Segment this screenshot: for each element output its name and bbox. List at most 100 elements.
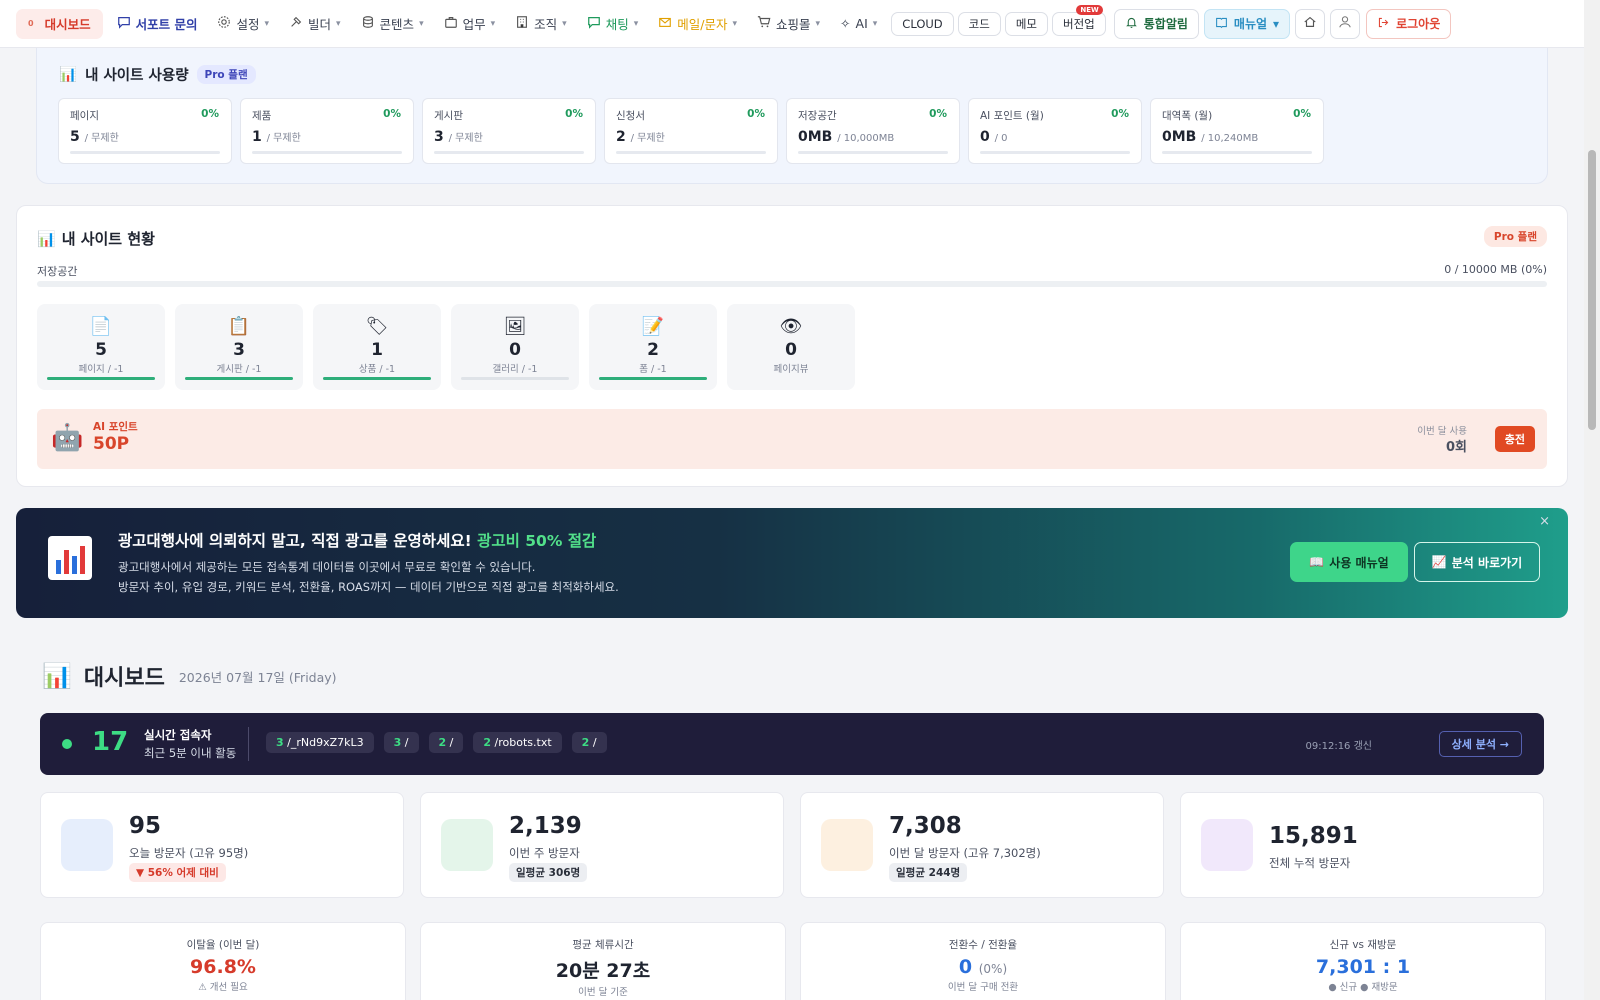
- stat-pageviews[interactable]: 👁 0 페이지뷰: [727, 304, 855, 390]
- picture-icon: 🖼: [503, 316, 527, 337]
- analysis-button[interactable]: 📈 분석 바로가기: [1414, 542, 1540, 582]
- book-icon: 📖: [1309, 555, 1325, 569]
- charge-button[interactable]: 충전: [1494, 426, 1535, 452]
- profile-button[interactable]: [1330, 8, 1361, 39]
- metric-value-wrap: 0 (0%): [801, 956, 1165, 978]
- banner-highlight: 광고비 50% 절감: [477, 532, 597, 550]
- nav-alerts-label: 통합알림: [1143, 17, 1188, 31]
- hammer-icon: [289, 15, 303, 32]
- metric-value-wrap: 20분 27초: [421, 956, 785, 983]
- active-path-chip[interactable]: 2 /robots.txt: [473, 732, 562, 753]
- site-status-card: 📊 내 사이트 현황 Pro 플랜 저장공간 0 / 10000 MB (0%)…: [16, 205, 1568, 487]
- banner-title-text: 광고대행사에 의뢰하지 말고, 직접 광고를 운영하세요!: [118, 532, 472, 550]
- nav-mail[interactable]: 메일/문자 ▾: [648, 9, 747, 39]
- usage-item: 페이지 0% 5 / 무제한: [58, 98, 232, 164]
- stat-value: 1: [371, 340, 383, 360]
- realtime-label: 실시간 접속자: [144, 728, 212, 742]
- bell-icon: [1125, 16, 1138, 32]
- nav-shop[interactable]: 쇼핑몰 ▾: [747, 9, 830, 39]
- stat-value: 2: [647, 340, 659, 360]
- divider: [248, 727, 249, 761]
- usage-bar: [434, 151, 584, 154]
- usage-title-row: 📊 내 사이트 사용량 Pro 플랜: [59, 64, 256, 85]
- stat-gallery[interactable]: 🖼 0 갤러리 / -1: [451, 304, 579, 390]
- stat-forms[interactable]: 📝 2 폼 / -1: [589, 304, 717, 390]
- logout-icon: [1377, 16, 1390, 32]
- nav-settings-label: 설정: [236, 17, 260, 32]
- stat-pages[interactable]: 📄 5 페이지 / -1: [37, 304, 165, 390]
- usage-bar: [616, 151, 766, 154]
- usage-bar: [980, 151, 1130, 154]
- chevron-down-icon: ▾: [562, 18, 567, 29]
- usage-value: 1: [252, 129, 262, 145]
- usage-value: 0: [980, 129, 990, 145]
- nav-settings[interactable]: 설정 ▾: [207, 9, 279, 39]
- stat-boards[interactable]: 📋 3 게시판 / -1: [175, 304, 303, 390]
- usage-percent: 0%: [747, 108, 765, 120]
- kpi-label: 이번 주 방문자: [509, 846, 580, 860]
- robot-icon: 🤖: [51, 423, 84, 453]
- nav-chat[interactable]: 채팅 ▾: [577, 9, 649, 39]
- metric-conversion: 전환수 / 전환율 0 (0%) 이번 달 구매 전환: [800, 922, 1166, 1000]
- tag-icon: 🏷: [365, 316, 389, 337]
- home-button[interactable]: [1295, 8, 1326, 39]
- storage-value: 0 / 10000 MB (0%): [1444, 263, 1547, 276]
- close-icon[interactable]: ×: [1539, 514, 1550, 529]
- stat-caption: 상품 / -1: [358, 364, 396, 375]
- nav-support-label: 서포트 문의: [135, 17, 198, 32]
- kpi-tag: 일평균 244명: [889, 863, 968, 882]
- logout-button[interactable]: 로그아웃: [1366, 8, 1452, 39]
- kpi-icon: [821, 819, 873, 871]
- chart-icon: 📊: [59, 67, 78, 83]
- chevron-down-icon: ▾: [633, 18, 639, 29]
- metric-duration: 평균 체류시간 20분 27초 이번 달 기준: [420, 922, 786, 1000]
- page-date: 2026년 07월 17일 (Friday): [178, 669, 337, 685]
- usage-percent: 0%: [201, 108, 219, 120]
- nav-code[interactable]: 코드: [957, 11, 1001, 36]
- realtime-count: 17: [92, 727, 129, 757]
- nav-dashboard[interactable]: 0 대시보드: [16, 8, 103, 39]
- usage-percent: 0%: [1293, 108, 1311, 120]
- stat-bar: [599, 377, 707, 380]
- nav-cloud[interactable]: CLOUD: [891, 11, 954, 36]
- stat-caption: 폼 / -1: [639, 364, 667, 375]
- usage-value: 0MB: [798, 129, 833, 145]
- chevron-down-icon: ▾: [264, 18, 269, 29]
- stat-caption: 갤러리 / -1: [492, 364, 538, 375]
- usage-bar: [252, 151, 402, 154]
- nav-content[interactable]: 콘텐츠 ▾: [351, 9, 434, 39]
- scrollbar-thumb[interactable]: [1588, 150, 1596, 430]
- stat-products[interactable]: 🏷 1 상품 / -1: [313, 304, 441, 390]
- scrollbar[interactable]: [1584, 0, 1600, 1000]
- metric-bounce: 이탈율 (이번 달) 96.8% ⚠ 개선 필요: [40, 922, 406, 1000]
- active-path-chip[interactable]: 3 /_rNd9xZ7kL3: [266, 732, 374, 753]
- active-path-chip[interactable]: 2 /: [428, 732, 464, 753]
- stat-value: 5: [95, 340, 107, 360]
- nav-version[interactable]: 버전업 NEW: [1052, 4, 1106, 36]
- nav-memo[interactable]: 메모: [1004, 11, 1048, 36]
- nav-builder[interactable]: 빌더 ▾: [279, 9, 351, 39]
- detail-analysis-button[interactable]: 상세 분석 →: [1438, 731, 1522, 757]
- active-path-chip[interactable]: 2 /: [571, 732, 607, 753]
- metric-value-wrap: 7,301 : 1: [1181, 956, 1545, 978]
- chevron-down-icon: ▾: [732, 18, 737, 29]
- kpi-tag: 일평균 306명: [509, 863, 588, 882]
- nav-work[interactable]: 업무 ▾: [434, 9, 506, 39]
- nav-org[interactable]: 조직 ▾: [505, 9, 577, 39]
- nav-alerts[interactable]: 통합알림: [1113, 8, 1199, 39]
- top-navigation: 0 대시보드 서포트 문의 설정 ▾ 빌더 ▾ 콘텐츠 ▾ 업무 ▾ 조직 ▾ …: [0, 0, 1584, 48]
- usage-percent: 0%: [565, 108, 583, 120]
- kpi-value: 2,139: [509, 813, 582, 839]
- nav-support[interactable]: 서포트 문의: [107, 9, 208, 39]
- metric-value: 96.8%: [190, 956, 256, 978]
- metric-label: 전환수 / 전환율: [948, 939, 1018, 951]
- nav-ai[interactable]: ✧ AI ▾: [830, 9, 887, 39]
- manual-button[interactable]: 📖 사용 매뉴얼: [1290, 542, 1408, 582]
- ai-point-value: 50P: [93, 434, 130, 454]
- briefcase-icon: [444, 15, 458, 32]
- active-path-chip[interactable]: 3 /: [383, 732, 419, 753]
- active-path-list: 3 /_rNd9xZ7kL3 3 / 2 / 2 /robots.txt 2 /: [266, 732, 607, 753]
- nav-manual[interactable]: 매뉴얼 ▾: [1203, 8, 1291, 39]
- kpi-icon: [1201, 819, 1253, 871]
- chart-up-icon: 📈: [1431, 555, 1447, 569]
